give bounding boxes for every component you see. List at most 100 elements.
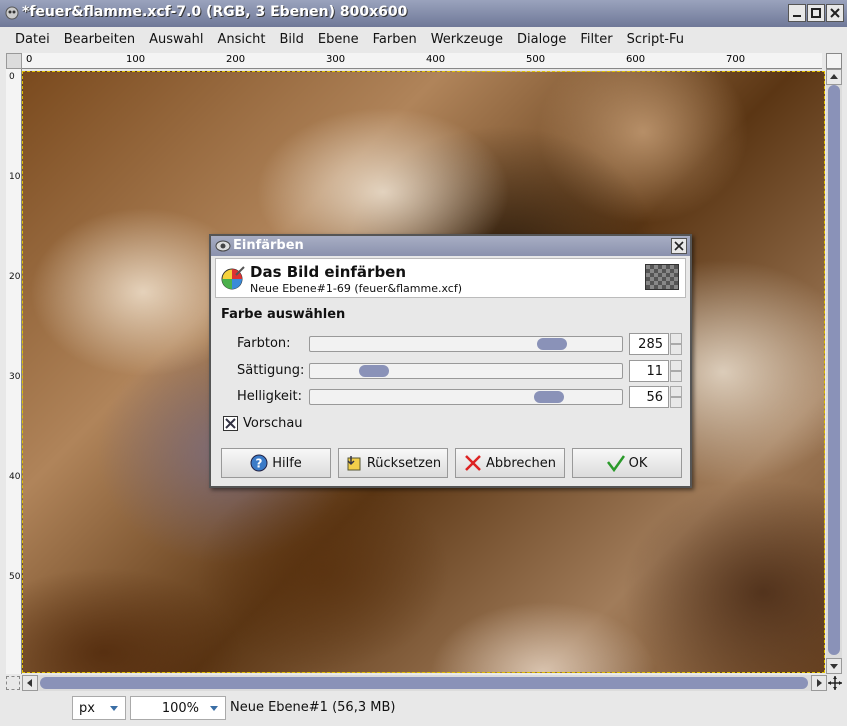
ruler-label: 100 bbox=[9, 172, 21, 182]
gimp-eye-icon bbox=[215, 240, 231, 252]
horizontal-scrollbar[interactable] bbox=[22, 675, 827, 691]
unit-selector[interactable]: px bbox=[72, 696, 126, 720]
minimize-icon bbox=[793, 15, 801, 17]
preview-checkbox[interactable] bbox=[223, 416, 238, 431]
image-window: *feuer&flamme.xcf-7.0 (RGB, 3 Ebenen) 80… bbox=[0, 0, 847, 726]
vertical-ruler[interactable]: 0 100 200 300 400 500 bbox=[6, 69, 22, 674]
scroll-up-button[interactable] bbox=[826, 69, 842, 85]
arrow-left-icon bbox=[27, 679, 32, 687]
menu-auswahl[interactable]: Auswahl bbox=[142, 32, 210, 47]
arrow-right-icon bbox=[817, 679, 822, 687]
hue-spinner[interactable] bbox=[670, 333, 682, 355]
menu-ebene[interactable]: Ebene bbox=[311, 32, 366, 47]
reset-label: Rücksetzen bbox=[366, 455, 442, 471]
ok-button[interactable]: OK bbox=[572, 448, 682, 478]
arrow-down-icon bbox=[830, 664, 838, 669]
ruler-label: 0 bbox=[9, 72, 15, 82]
gimp-app-icon bbox=[5, 6, 19, 20]
help-label: Hilfe bbox=[272, 455, 302, 471]
ruler-label: 0 bbox=[26, 54, 33, 65]
preview-label[interactable]: Vorschau bbox=[243, 416, 303, 431]
ok-check-icon bbox=[606, 455, 625, 472]
ruler-label: 100 bbox=[126, 54, 146, 65]
zoom-selector[interactable]: 100% bbox=[130, 696, 226, 720]
menu-filter[interactable]: Filter bbox=[573, 32, 619, 47]
maximize-button[interactable] bbox=[807, 4, 825, 22]
ruler-label: 500 bbox=[9, 572, 21, 582]
minimize-button[interactable] bbox=[788, 4, 806, 22]
reset-button[interactable]: Rücksetzen bbox=[338, 448, 448, 478]
ruler-label: 400 bbox=[426, 54, 446, 65]
window-title: *feuer&flamme.xcf-7.0 (RGB, 3 Ebenen) 80… bbox=[22, 4, 408, 20]
arrow-up-icon bbox=[830, 74, 838, 79]
colorize-icon bbox=[221, 266, 245, 290]
dialog-header: Das Bild einfärben Neue Ebene#1-69 (feue… bbox=[215, 258, 686, 298]
close-icon bbox=[674, 241, 684, 251]
ruler-corner-menu-button[interactable] bbox=[6, 53, 22, 69]
hue-value[interactable]: 285 bbox=[629, 333, 669, 355]
horizontal-scroll-thumb[interactable] bbox=[40, 677, 808, 689]
saturation-label: Sättigung: bbox=[237, 363, 305, 378]
hue-row: Farbton: 285 bbox=[211, 332, 690, 356]
vertical-scroll-thumb[interactable] bbox=[828, 85, 840, 655]
lightness-label: Helligkeit: bbox=[237, 389, 303, 404]
menu-bild[interactable]: Bild bbox=[273, 32, 311, 47]
ruler-label: 300 bbox=[326, 54, 346, 65]
dialog-title-bar[interactable]: Einfärben bbox=[211, 236, 690, 256]
chevron-down-icon bbox=[105, 699, 123, 717]
saturation-slider-handle[interactable] bbox=[359, 365, 389, 377]
menu-script-fu[interactable]: Script-Fu bbox=[620, 32, 691, 47]
lightness-slider-handle[interactable] bbox=[534, 391, 564, 403]
ok-label: OK bbox=[628, 455, 648, 471]
cancel-icon bbox=[465, 455, 481, 471]
menu-bearbeiten[interactable]: Bearbeiten bbox=[57, 32, 142, 47]
lightness-slider[interactable] bbox=[309, 389, 623, 405]
hue-label: Farbton: bbox=[237, 336, 291, 351]
menu-dialoge[interactable]: Dialoge bbox=[510, 32, 573, 47]
lightness-value[interactable]: 56 bbox=[629, 386, 669, 408]
navigate-icon[interactable] bbox=[827, 675, 843, 691]
unit-value: px bbox=[79, 701, 95, 716]
ruler-label: 500 bbox=[526, 54, 546, 65]
saturation-spinner[interactable] bbox=[670, 360, 682, 382]
ruler-label: 200 bbox=[226, 54, 246, 65]
quick-mask-toggle[interactable] bbox=[6, 676, 20, 690]
dialog-title: Einfärben bbox=[233, 238, 304, 253]
vertical-scrollbar[interactable] bbox=[826, 69, 842, 674]
saturation-row: Sättigung: 11 bbox=[211, 359, 690, 383]
status-bar: px 100% Neue Ebene#1 (56,3 MB) bbox=[0, 692, 847, 726]
saturation-slider[interactable] bbox=[309, 363, 623, 379]
help-button[interactable]: ? Hilfe bbox=[221, 448, 331, 478]
check-x-icon bbox=[225, 418, 236, 429]
cancel-label: Abbrechen bbox=[485, 455, 557, 471]
scroll-left-button[interactable] bbox=[22, 675, 38, 691]
ruler-label: 700 bbox=[726, 54, 746, 65]
zoom-value: 100% bbox=[161, 701, 199, 716]
layer-thumbnail bbox=[645, 264, 679, 290]
colorize-dialog: Einfärben Das Bild einfärben Neue Ebene#… bbox=[209, 234, 692, 488]
cancel-button[interactable]: Abbrechen bbox=[455, 448, 565, 478]
reset-icon bbox=[347, 456, 361, 471]
dialog-close-button[interactable] bbox=[671, 238, 687, 254]
close-button[interactable] bbox=[826, 4, 844, 22]
maximize-icon bbox=[811, 8, 821, 18]
menu-datei[interactable]: Datei bbox=[8, 32, 57, 47]
hue-slider-handle[interactable] bbox=[537, 338, 567, 350]
dialog-heading: Das Bild einfärben bbox=[250, 263, 407, 281]
scroll-right-button[interactable] bbox=[811, 675, 827, 691]
scroll-down-button[interactable] bbox=[826, 658, 842, 674]
zoom-fit-button[interactable] bbox=[826, 53, 842, 69]
horizontal-ruler[interactable]: 0 100 200 300 400 500 600 700 bbox=[22, 53, 822, 69]
hue-slider[interactable] bbox=[309, 336, 623, 352]
svg-text:?: ? bbox=[256, 457, 263, 471]
ruler-label: 600 bbox=[626, 54, 646, 65]
saturation-value[interactable]: 11 bbox=[629, 360, 669, 382]
lightness-spinner[interactable] bbox=[670, 386, 682, 408]
title-bar[interactable]: *feuer&flamme.xcf-7.0 (RGB, 3 Ebenen) 80… bbox=[0, 0, 847, 27]
lightness-row: Helligkeit: 56 bbox=[211, 385, 690, 409]
menu-ansicht[interactable]: Ansicht bbox=[210, 32, 272, 47]
menu-bar: Datei Bearbeiten Auswahl Ansicht Bild Eb… bbox=[0, 27, 847, 52]
menu-werkzeuge[interactable]: Werkzeuge bbox=[424, 32, 510, 47]
menu-farben[interactable]: Farben bbox=[366, 32, 424, 47]
ruler-label: 300 bbox=[9, 372, 21, 382]
